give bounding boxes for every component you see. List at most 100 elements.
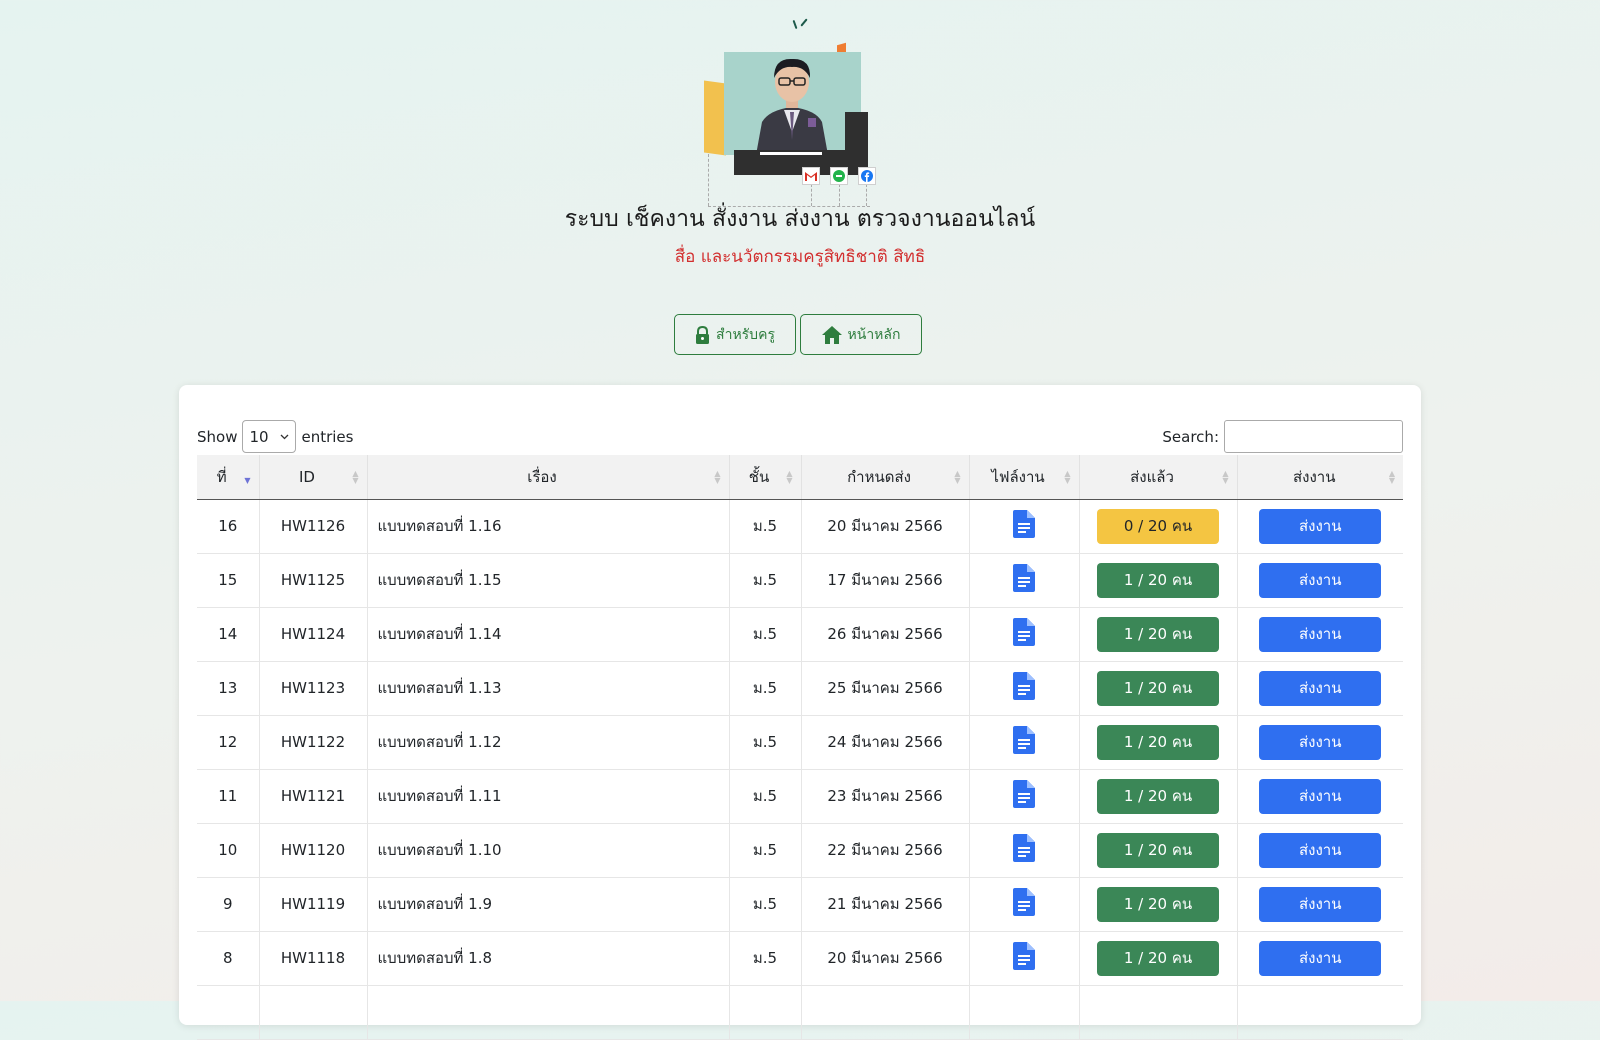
cell-file (969, 715, 1080, 770)
cell-id (259, 985, 368, 1040)
cell-submit: ส่งงาน (1237, 499, 1403, 554)
submit-homework-button[interactable]: ส่งงาน (1259, 724, 1382, 760)
header-label: ชั้น (748, 467, 770, 486)
header-label: ไฟล์งาน (991, 467, 1045, 486)
page-title: ระบบ เช็คงาน สั่งงาน ส่งงาน ตรวจงานออนไล… (564, 206, 1036, 232)
cell-level: ม.5 (729, 661, 802, 716)
header-col-submit[interactable]: ส่งงาน ▲ ▼ (1237, 455, 1403, 500)
cell-number: 15 (197, 553, 260, 608)
submit-homework-button[interactable]: ส่งงาน (1259, 886, 1382, 922)
submit-homework-button[interactable]: ส่งงาน (1259, 670, 1382, 706)
submit-homework-button[interactable]: ส่งงาน (1259, 832, 1382, 868)
header-col-id[interactable]: ID ▲ ▼ (259, 455, 368, 500)
sort-icon: ▲▼ (714, 469, 721, 485)
submit-homework-button[interactable]: ส่งงาน (1259, 562, 1382, 598)
cell-submitted: 1 / 20 คน (1079, 715, 1238, 770)
cell-subject: แบบทดสอบที่ 1.16 (367, 499, 730, 554)
submitted-count-badge: 1 / 20 คน (1097, 616, 1219, 652)
cell-subject: แบบทดสอบที่ 1.8 (367, 931, 730, 986)
home-button-label: หน้าหลัก (847, 326, 901, 343)
document-icon[interactable] (1013, 564, 1035, 596)
home-icon (821, 325, 842, 344)
header-col-submitted[interactable]: ส่งแล้ว ▲ ▼ (1079, 455, 1238, 500)
document-icon[interactable] (1013, 942, 1035, 974)
search-input[interactable] (1224, 420, 1403, 453)
cell-due-date: 20 มีนาคม 2566 (801, 499, 970, 554)
sort-icon: ▲▼ (1388, 469, 1395, 485)
cell-number: 9 (197, 877, 260, 932)
cell-subject: แบบทดสอบที่ 1.10 (367, 823, 730, 878)
document-icon[interactable] (1013, 834, 1035, 866)
document-icon[interactable] (1013, 780, 1035, 812)
submitted-count-badge: 1 / 20 คน (1097, 670, 1219, 706)
teacher-avatar (724, 52, 861, 155)
table-row: 14 HW1124 แบบทดสอบที่ 1.14 ม.5 26 มีนาคม 256… (197, 607, 1403, 662)
nav-buttons: สำหรับครู หน้าหลัก (674, 314, 922, 355)
cell-due-date: 26 มีนาคม 2566 (801, 607, 970, 662)
table-row: 8 HW1118 แบบทดสอบที่ 1.8 ม.5 20 มีนาคม 2566 1… (197, 931, 1403, 986)
cell-submit: ส่งงาน (1237, 553, 1403, 608)
cell-level (729, 985, 802, 1040)
submit-homework-button[interactable]: ส่งงาน (1259, 940, 1382, 976)
cell-submitted: 1 / 20 คน (1079, 823, 1238, 878)
cell-submit: ส่งงาน (1237, 661, 1403, 716)
cell-subject: แบบทดสอบที่ 1.14 (367, 607, 730, 662)
gmail-icon[interactable] (802, 167, 820, 185)
cell-file (969, 931, 1080, 986)
cell-file (969, 661, 1080, 716)
submitted-count-badge: 1 / 20 คน (1097, 886, 1219, 922)
cell-submit: ส่งงาน (1237, 877, 1403, 932)
cell-level: ม.5 (729, 715, 802, 770)
header-label: ที่ (216, 467, 227, 486)
document-icon[interactable] (1013, 888, 1035, 920)
entries-label: entries (301, 427, 354, 446)
table-row: 15 HW1125 แบบทดสอบที่ 1.15 ม.5 17 มีนาคม 256… (197, 553, 1403, 608)
cell-submit: ส่งงาน (1237, 823, 1403, 878)
header-col-due-date[interactable]: กำหนดส่ง ▲ ▼ (801, 455, 970, 500)
teacher-button-label: สำหรับครู (716, 326, 775, 343)
table-row: 9 HW1119 แบบทดสอบที่ 1.9 ม.5 21 มีนาคม 2566 1… (197, 877, 1403, 932)
cell-number: 10 (197, 823, 260, 878)
submit-homework-button[interactable]: ส่งงาน (1259, 616, 1382, 652)
cell-level: ม.5 (729, 553, 802, 608)
dark-shape (845, 112, 868, 152)
sort-icon: ▲▼ (352, 469, 359, 485)
header-label: ID (299, 467, 315, 486)
cell-id: HW1119 (259, 877, 368, 932)
cell-submitted: 1 / 20 คน (1079, 607, 1238, 662)
header-label: ส่งแล้ว (1130, 467, 1174, 486)
cell-submit (1237, 985, 1403, 1040)
submit-homework-button[interactable]: ส่งงาน (1259, 508, 1382, 544)
entries-select[interactable]: 10 (242, 420, 297, 453)
cell-due-date: 24 มีนาคม 2566 (801, 715, 970, 770)
sort-icon: ▲▼ (1222, 469, 1229, 485)
home-button[interactable]: หน้าหลัก (800, 314, 922, 355)
cell-submitted: 1 / 20 คน (1079, 931, 1238, 986)
cell-id: HW1120 (259, 823, 368, 878)
document-icon[interactable] (1013, 726, 1035, 758)
cell-submitted: 1 / 20 คน (1079, 661, 1238, 716)
table-body: 16 HW1126 แบบทดสอบที่ 1.16 ม.5 20 มีนาคม 256… (197, 499, 1403, 1040)
header-col-file[interactable]: ไฟล์งาน ▲ ▼ (969, 455, 1080, 500)
cell-due-date: 20 มีนาคม 2566 (801, 931, 970, 986)
header-label: เรื่อง (527, 467, 557, 486)
cell-number: 8 (197, 931, 260, 986)
submit-homework-button[interactable]: ส่งงาน (1259, 778, 1382, 814)
cell-submitted: 1 / 20 คน (1079, 769, 1238, 824)
header-col-subject[interactable]: เรื่อง ▲ ▼ (367, 455, 730, 500)
header-col-level[interactable]: ชั้น ▲ ▼ (729, 455, 802, 500)
cell-subject: แบบทดสอบที่ 1.11 (367, 769, 730, 824)
document-icon[interactable] (1013, 618, 1035, 650)
cell-submit: ส่งงาน (1237, 715, 1403, 770)
sort-icon: ▲▼ (1064, 469, 1071, 485)
cell-level: ม.5 (729, 823, 802, 878)
cell-subject: แบบทดสอบที่ 1.15 (367, 553, 730, 608)
document-icon[interactable] (1013, 672, 1035, 704)
teacher-button[interactable]: สำหรับครู (674, 314, 796, 355)
facebook-icon[interactable] (858, 167, 876, 185)
header-col-number[interactable]: ที่ ▲▼ (197, 455, 260, 500)
document-icon[interactable] (1013, 510, 1035, 542)
line-icon[interactable] (830, 167, 848, 185)
cell-id: HW1121 (259, 769, 368, 824)
cell-subject: แบบทดสอบที่ 1.9 (367, 877, 730, 932)
